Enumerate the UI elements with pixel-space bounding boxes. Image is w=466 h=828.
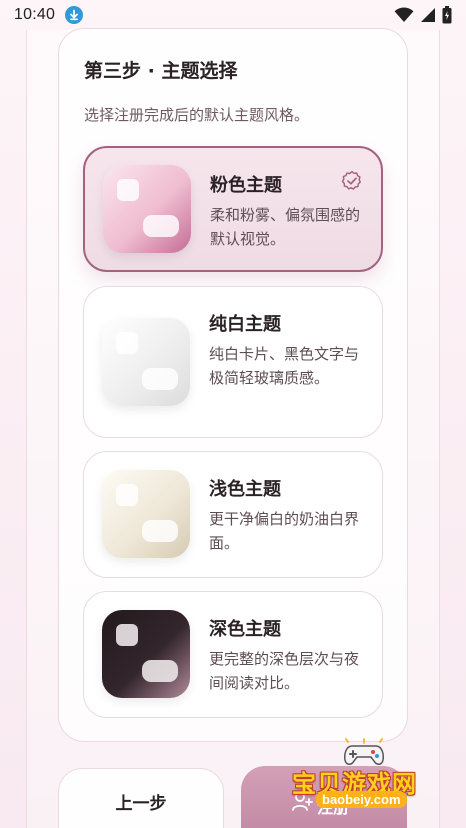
theme-name: 深色主题 bbox=[209, 619, 281, 640]
theme-option-dark[interactable]: 深色主题 更完整的深色层次与夜间阅读对比。 bbox=[83, 591, 383, 718]
wifi-icon bbox=[394, 7, 414, 23]
prev-step-button[interactable]: 上一步 bbox=[58, 768, 224, 828]
theme-description: 更完整的深色层次与夜间阅读对比。 bbox=[209, 650, 360, 692]
step-subtitle: 选择注册完成后的默认主题风格。 bbox=[84, 106, 310, 124]
theme-preview-swatch bbox=[102, 318, 190, 406]
theme-description: 柔和粉雾、偏氛围感的默认视觉。 bbox=[210, 206, 361, 248]
theme-name: 粉色主题 bbox=[210, 175, 282, 196]
theme-preview-swatch bbox=[102, 610, 190, 698]
status-bar: 10:40 bbox=[0, 0, 466, 30]
theme-name: 浅色主题 bbox=[209, 479, 281, 500]
theme-option-white[interactable]: 纯白主题 纯白卡片、黑色文字与极简轻玻璃质感。 bbox=[83, 286, 383, 438]
cell-signal-icon bbox=[421, 8, 435, 22]
theme-description: 更干净偏白的奶油白界面。 bbox=[209, 510, 360, 552]
theme-preview-swatch bbox=[103, 165, 191, 253]
theme-name: 纯白主题 bbox=[209, 314, 281, 335]
watermark-url: baobeiy.com bbox=[316, 791, 407, 808]
theme-preview-swatch bbox=[102, 470, 190, 558]
download-arrow-icon bbox=[65, 6, 84, 24]
battery-icon bbox=[442, 6, 452, 24]
site-watermark: 宝贝游戏网 baobeiy.com bbox=[290, 738, 440, 810]
selected-check-icon bbox=[341, 170, 361, 190]
step-title: 第三步 · 主题选择 bbox=[84, 60, 238, 82]
status-time: 10:40 bbox=[14, 6, 56, 23]
status-icons bbox=[394, 6, 452, 24]
theme-option-pink[interactable]: 粉色主题 柔和粉雾、偏氛围感的默认视觉。 bbox=[83, 146, 383, 272]
theme-option-light[interactable]: 浅色主题 更干净偏白的奶油白界面。 bbox=[83, 451, 383, 578]
theme-description: 纯白卡片、黑色文字与极简轻玻璃质感。 bbox=[209, 345, 360, 387]
